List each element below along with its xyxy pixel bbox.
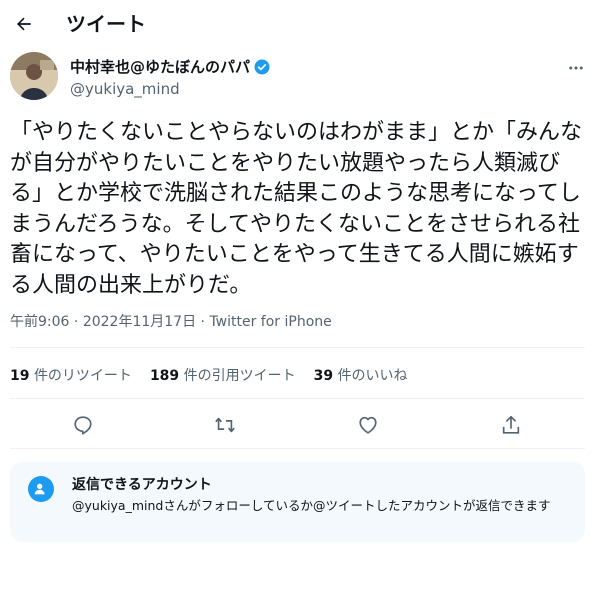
reply-restriction-box: 返信できるアカウント @yukiya_mindさんがフォローしているか@ツイート…: [10, 462, 585, 542]
more-horizontal-icon: [569, 66, 583, 70]
reply-restriction-description: @yukiya_mindさんがフォローしているか@ツイートしたアカウントが返信で…: [72, 498, 551, 513]
more-options-button[interactable]: [564, 56, 588, 80]
quotes-stat[interactable]: 189 件の引用ツイート: [150, 366, 296, 386]
quotes-label: 件の引用ツイート: [183, 368, 296, 384]
user-handle[interactable]: @yukiya_mind: [70, 79, 180, 99]
back-button[interactable]: [10, 10, 38, 38]
likes-label: 件のいいね: [337, 368, 408, 384]
retweets-label: 件のリツイート: [33, 368, 132, 384]
tweet-actions: [10, 412, 585, 438]
tweet-date[interactable]: 2022年11月17日: [83, 314, 196, 330]
divider: [10, 398, 585, 399]
reply-icon: [74, 416, 92, 435]
arrow-left-icon: [17, 17, 31, 31]
divider: [10, 448, 585, 449]
retweet-button[interactable]: [212, 412, 238, 438]
at-person-icon: [28, 476, 54, 502]
meta-separator: ·: [200, 314, 205, 330]
retweet-icon: [215, 417, 235, 433]
like-icon: [359, 416, 377, 434]
tweet-text: 「やりたくないことやらないのはわがまま」とか「みんなが自分がやりたいことをやりた…: [10, 120, 583, 298]
display-name[interactable]: 中村幸也@ゆたぼんのパパ: [70, 57, 250, 77]
tweet-stats: 19 件のリツイート 189 件の引用ツイート 39 件のいいね: [10, 366, 426, 386]
likes-count: 39: [313, 368, 334, 384]
tweet-time[interactable]: 午前9:06: [10, 314, 69, 330]
header-bar: ツイート: [0, 0, 600, 50]
share-icon: [502, 415, 520, 434]
avatar[interactable]: [10, 52, 58, 100]
quotes-count: 189: [149, 368, 180, 384]
reply-restriction-title: 返信できるアカウント: [72, 477, 212, 493]
likes-stat[interactable]: 39 件のいいね: [314, 366, 408, 386]
share-button[interactable]: [498, 412, 524, 438]
meta-separator: ·: [73, 314, 79, 330]
divider: [10, 347, 585, 348]
avatar-image: [10, 52, 58, 100]
tweet-source[interactable]: Twitter for iPhone: [209, 314, 331, 330]
retweets-stat[interactable]: 19 件のリツイート: [10, 366, 132, 386]
verified-badge-icon: [254, 59, 270, 75]
reply-button[interactable]: [70, 412, 96, 438]
page-title: ツイート: [66, 12, 146, 36]
tweet-meta: 午前9:06 · 2022年11月17日 · Twitter for iPhon…: [10, 313, 332, 331]
like-button[interactable]: [355, 412, 381, 438]
retweets-count: 19: [10, 368, 30, 384]
tweet-author: 中村幸也@ゆたぼんのパパ @yukiya_mind: [10, 52, 590, 104]
